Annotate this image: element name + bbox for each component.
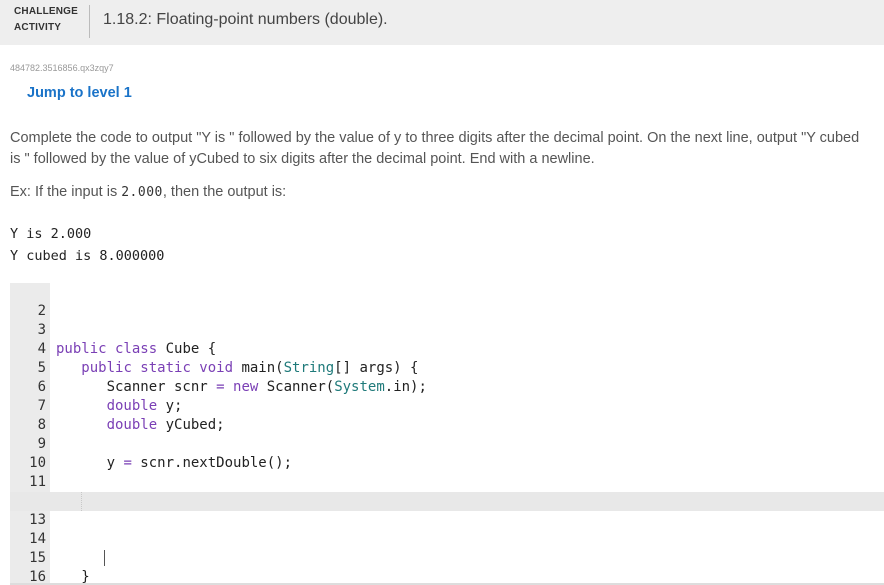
expected-output: Y is 2.000 Y cubed is 8.000000 xyxy=(10,223,164,267)
code-line[interactable]: 10 xyxy=(10,435,884,471)
code-line[interactable]: 16 } xyxy=(10,549,884,583)
example-text: Ex: If the input is 2.000, then the outp… xyxy=(10,184,286,200)
code-line[interactable]: 4 public static void main(String[] args)… xyxy=(10,321,884,376)
code-line[interactable]: 7 double yCubed; xyxy=(10,378,884,433)
code-line[interactable]: 9 y = scnr.nextDouble(); xyxy=(10,416,884,471)
code-line[interactable]: 11 yCubed = y * y * y; xyxy=(10,454,884,509)
example-suffix: , then the output is: xyxy=(162,184,287,200)
code-line[interactable]: 14 xyxy=(10,511,884,547)
line-number: 16 xyxy=(29,569,46,585)
code-line[interactable]: 15 } xyxy=(10,530,884,583)
code-line[interactable]: 2 xyxy=(10,283,884,319)
output-line-2: Y cubed is 8.000000 xyxy=(10,248,165,264)
challenge-id: 484782.3516856.qx3zqy7 xyxy=(10,63,114,73)
output-line-1: Y is 2.000 xyxy=(10,226,92,242)
instructions-text: Complete the code to output "Y is " foll… xyxy=(10,130,860,167)
challenge-activity-badge: CHALLENGE ACTIVITY xyxy=(14,4,82,36)
code-text: } xyxy=(56,569,90,585)
badge-line-1: CHALLENGE xyxy=(14,6,79,17)
code-line[interactable]: 12 xyxy=(10,473,884,509)
code-line[interactable]: 8 xyxy=(10,397,884,433)
code-line[interactable]: 6 double y; xyxy=(10,359,884,414)
indent-guide xyxy=(81,492,82,511)
code-line-active[interactable]: 13 xyxy=(10,492,884,566)
header-divider xyxy=(89,5,90,38)
code-line[interactable]: 3 public class Cube { xyxy=(10,302,884,357)
example-input: 2.000 xyxy=(121,185,163,200)
activity-title: 1.18.2: Floating-point numbers (double). xyxy=(103,11,388,28)
badge-line-2: ACTIVITY xyxy=(14,22,62,33)
code-editor[interactable]: 2 3 public class Cube { 4 public static … xyxy=(10,283,884,585)
jump-to-level-link[interactable]: Jump to level 1 xyxy=(27,85,132,101)
code-line[interactable]: 5 Scanner scnr = new Scanner(System.in); xyxy=(10,340,884,395)
example-prefix: Ex: If the input is xyxy=(10,184,122,200)
activity-header: CHALLENGE ACTIVITY 1.18.2: Floating-poin… xyxy=(0,0,884,45)
